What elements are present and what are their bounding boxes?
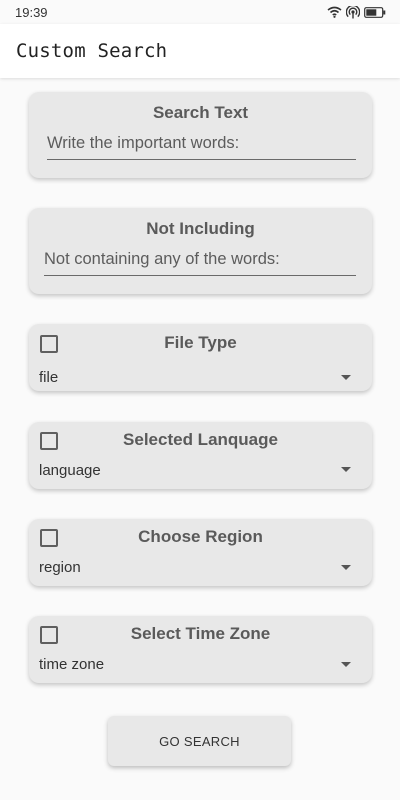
wifi-icon xyxy=(327,6,342,18)
status-bar: 19:39 xyxy=(0,0,400,24)
status-time: 19:39 xyxy=(15,4,48,20)
not-including-title: Not Including xyxy=(146,219,255,238)
language-card: Selected Lanquage language xyxy=(29,422,372,489)
time-zone-card: Select Time Zone time zone xyxy=(29,616,372,683)
search-text-title: Search Text xyxy=(152,103,249,122)
time-zone-select[interactable]: time zone xyxy=(39,656,104,673)
chevron-down-icon[interactable] xyxy=(341,565,351,570)
file-type-select[interactable]: file xyxy=(39,369,58,386)
go-search-button[interactable]: GO SEARCH xyxy=(108,716,291,766)
app-bar: Custom Search xyxy=(0,24,400,78)
not-including-card: Not Including Not containing any of the … xyxy=(29,208,372,294)
region-title: Choose Region xyxy=(138,527,263,546)
battery-icon xyxy=(364,6,386,18)
chevron-down-icon[interactable] xyxy=(341,467,351,472)
file-type-title: File Type xyxy=(164,333,237,352)
language-select[interactable]: language xyxy=(39,462,101,479)
chevron-down-icon[interactable] xyxy=(341,662,351,667)
chevron-down-icon[interactable] xyxy=(341,375,351,380)
language-title: Selected Lanquage xyxy=(123,430,278,449)
region-card: Choose Region region xyxy=(29,519,372,586)
region-select[interactable]: region xyxy=(39,559,81,576)
page-title: Custom Search xyxy=(16,40,168,62)
hotspot-icon xyxy=(346,5,360,18)
not-including-input[interactable]: Not containing any of the words: xyxy=(44,250,356,276)
file-type-card: File Type file xyxy=(29,324,372,391)
search-text-card: Search Text Write the important words: xyxy=(29,92,372,178)
status-icons xyxy=(327,5,386,19)
search-text-input[interactable]: Write the important words: xyxy=(47,134,356,160)
time-zone-title: Select Time Zone xyxy=(130,624,271,643)
